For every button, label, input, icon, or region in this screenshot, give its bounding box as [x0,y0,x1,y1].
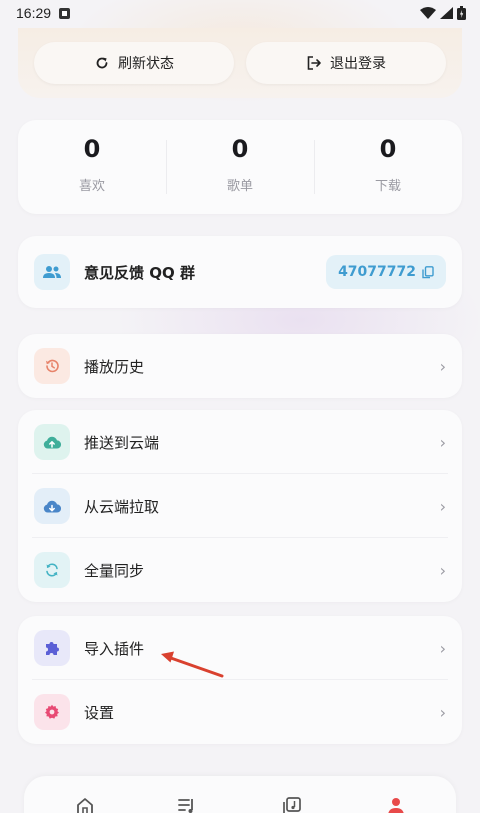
chevron-right-icon: › [439,560,446,580]
chevron-right-icon: › [439,496,446,516]
plugin-settings-card: 导入插件 › 设置 › [18,616,462,744]
menu-item-pull-cloud[interactable]: 从云端拉取 › [18,474,462,538]
home-icon[interactable] [75,796,95,813]
refresh-icon [94,55,110,71]
stat-downloads-value: 0 [379,134,397,163]
music-library-icon[interactable] [282,796,302,813]
history-icon [34,348,70,384]
cloud-upload-icon [34,424,70,460]
notification-icon [59,7,71,19]
menu-item-full-sync[interactable]: 全量同步 › [18,538,462,602]
menu-item-settings-label: 设置 [84,703,115,722]
signal-icon [440,7,453,19]
stat-likes[interactable]: 0 喜欢 [18,120,166,214]
feedback-card: 意见反馈 QQ 群 47077772 [18,236,462,308]
stat-playlists-label: 歌单 [226,178,253,194]
annotation-arrow-icon [161,651,224,678]
playlist-icon[interactable] [177,796,197,813]
menu-item-push-cloud-label: 推送到云端 [84,433,160,452]
status-icons [420,6,466,20]
feedback-title: 意见反馈 QQ 群 [84,263,195,282]
menu-item-import-plugin-label: 导入插件 [84,639,145,658]
logout-button[interactable]: 退出登录 [246,42,446,84]
status-time: 16:29 [16,5,52,21]
menu-item-push-cloud[interactable]: 推送到云端 › [18,410,462,474]
menu-item-settings[interactable]: 设置 › [18,680,462,744]
refresh-status-button[interactable]: 刷新状态 [34,42,234,84]
history-card: 播放历史 › [18,334,462,398]
chevron-right-icon: › [439,638,446,658]
chevron-right-icon: › [439,702,446,722]
cloud-sync-card: 推送到云端 › 从云端拉取 › 全量同步 › [18,410,462,602]
stat-likes-label: 喜欢 [78,178,105,194]
wifi-icon [420,7,436,19]
copy-group-number-button[interactable]: 47077772 [326,255,446,289]
menu-item-import-plugin[interactable]: 导入插件 › [18,616,462,680]
group-icon [34,254,70,290]
group-number: 47077772 [338,264,416,280]
stat-playlists[interactable]: 0 歌单 [166,120,314,214]
profile-icon[interactable] [386,796,406,813]
logout-label: 退出登录 [330,56,386,72]
battery-icon [457,6,466,20]
chevron-right-icon: › [439,432,446,452]
menu-item-full-sync-label: 全量同步 [84,561,145,580]
stat-downloads[interactable]: 0 下载 [314,120,462,214]
status-bar: 16:29 [0,0,480,26]
gear-icon [34,694,70,730]
logout-icon [306,55,322,71]
chevron-right-icon: › [439,356,446,376]
copy-icon [422,265,434,278]
cloud-download-icon [34,488,70,524]
sync-icon [34,552,70,588]
stat-downloads-label: 下载 [374,178,401,194]
puzzle-icon [34,630,70,666]
menu-item-history[interactable]: 播放历史 › [18,334,462,398]
stats-card: 0 喜欢 0 歌单 0 下载 [18,120,462,214]
menu-item-history-label: 播放历史 [84,357,145,376]
stat-likes-value: 0 [83,134,101,163]
menu-item-pull-cloud-label: 从云端拉取 [84,497,160,516]
bottom-navigation [24,776,456,813]
refresh-status-label: 刷新状态 [118,56,174,72]
stat-playlists-value: 0 [231,134,249,163]
